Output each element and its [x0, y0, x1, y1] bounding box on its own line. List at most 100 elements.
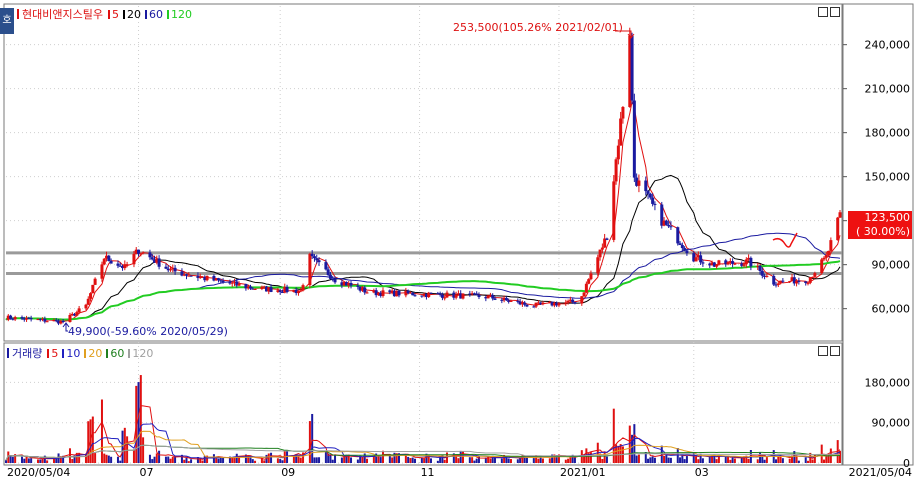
candle-body [566, 300, 570, 303]
volume-bar [215, 458, 218, 463]
candle-body [312, 256, 316, 259]
volume-bar [459, 450, 462, 463]
legend-marker-icon [144, 9, 147, 19]
candle-body [333, 279, 337, 283]
legend-marker-icon [7, 348, 9, 358]
volume-ma-10: 10 [62, 347, 80, 360]
side-tab[interactable]: 호 [0, 8, 14, 34]
volume-bar [813, 454, 816, 463]
volume-bar [91, 416, 94, 463]
volume-bar [132, 449, 135, 463]
candle-body [824, 255, 828, 258]
legend-marker-icon [107, 9, 110, 19]
candle-body [475, 293, 479, 295]
volume-bar [187, 461, 190, 463]
candle-body [669, 226, 673, 228]
candle-body [788, 281, 792, 283]
candle-body [827, 250, 831, 256]
volume-bar [46, 460, 49, 463]
volume-bar [500, 458, 503, 463]
candle-body [125, 264, 129, 266]
close-button[interactable] [830, 7, 840, 17]
candle-body [621, 107, 625, 119]
candle-body [173, 267, 177, 272]
volume-bar [669, 457, 672, 463]
volume-close-button[interactable] [830, 346, 840, 356]
candle-body [808, 277, 812, 283]
candle-body [733, 263, 737, 265]
volume-bar [105, 454, 108, 463]
volume-bar [567, 458, 570, 463]
candle-body [429, 292, 433, 294]
legend-marker-icon [166, 9, 169, 19]
volume-bar [537, 458, 540, 463]
volume-bar [391, 457, 394, 463]
candle-body [93, 278, 97, 285]
volume-bar [372, 456, 375, 463]
volume-bar [318, 457, 321, 463]
volume-bar [516, 459, 519, 463]
volume-panel-frame [3, 342, 843, 466]
volume-bar [647, 458, 650, 463]
candle-body [45, 321, 49, 323]
volume-bar [667, 457, 670, 463]
candle-body [205, 275, 209, 281]
volume-bar [633, 424, 636, 463]
volume-bar [279, 458, 282, 463]
candle-body [89, 293, 93, 299]
candle-body [9, 315, 13, 319]
candle-body [77, 308, 81, 313]
volume-bar [731, 457, 734, 463]
volume-bar [219, 457, 222, 463]
volume-bar [775, 459, 778, 463]
volume-bar [222, 457, 225, 463]
volume-bar [605, 456, 608, 463]
volume-bar [153, 456, 156, 463]
candle-body [557, 303, 561, 306]
x-tick-labels: 2020/05/04 07 09 11 2021/01 03 2021/05/04 [7, 466, 912, 479]
candle-body [269, 287, 273, 292]
candle-body [317, 260, 321, 263]
candle-body [596, 257, 600, 274]
candle-body [150, 257, 154, 260]
volume-bar [235, 453, 238, 463]
volume-bar [121, 430, 124, 463]
volume-bar [164, 456, 167, 463]
volume-bar [366, 458, 369, 463]
volume-bar [701, 458, 704, 463]
candle-body [443, 297, 447, 299]
candle-body [461, 293, 465, 299]
current-change-badge: ( 30.00%) [848, 225, 912, 239]
volume-bar [350, 457, 353, 463]
candle-body [619, 118, 623, 146]
volume-bar [190, 459, 193, 463]
volume-bar [25, 456, 28, 463]
candle-body [694, 257, 698, 262]
volume-bar [697, 459, 700, 463]
volume-bar [436, 460, 439, 463]
volume-bar [5, 460, 7, 463]
legend-label: 60 [110, 346, 125, 360]
volume-maximize-button[interactable] [818, 346, 828, 356]
current-price-badge: 123,500 [848, 211, 912, 225]
candle-body [614, 159, 618, 182]
candle-body [772, 275, 776, 285]
volume-bar [23, 458, 26, 463]
volume-bar [20, 456, 23, 463]
candle-body [29, 318, 33, 320]
price-tick-label: 60,000 [872, 303, 911, 316]
volume-bar [217, 458, 220, 463]
candle-body [477, 294, 481, 298]
candle-body [573, 302, 577, 304]
volume-bar [763, 459, 766, 463]
maximize-button[interactable] [818, 7, 828, 17]
candle-body [440, 294, 444, 298]
candle-body [765, 275, 769, 277]
candle-body [132, 253, 136, 265]
candle-body [68, 315, 72, 323]
candle-body [598, 249, 602, 258]
volume-bar [361, 456, 364, 463]
candle-body [493, 298, 497, 300]
volume-bar [423, 458, 426, 463]
candle-body [137, 249, 141, 254]
